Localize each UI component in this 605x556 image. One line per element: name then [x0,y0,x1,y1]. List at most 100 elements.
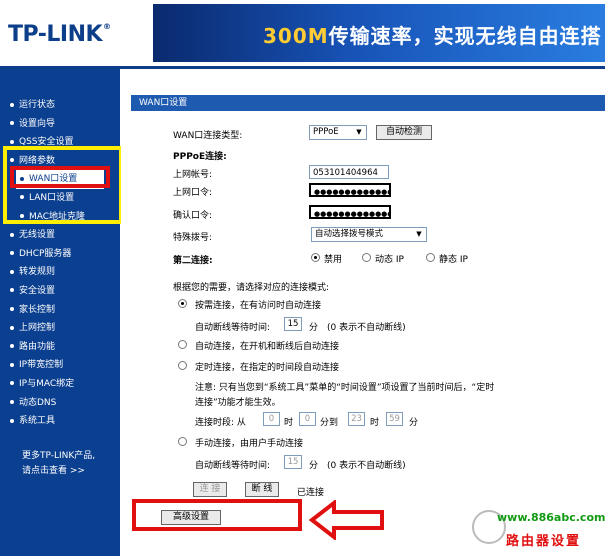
header-banner: 300M传输速率，实现无线自由连搭 [150,4,605,62]
second-conn-dynamic-radio[interactable] [362,253,371,262]
sidebar-item[interactable]: 动态DNS [10,394,104,413]
sidebar-item-label: 动态DNS [19,397,57,408]
bullet-icon [10,400,14,404]
panel-title: WAN口设置 [131,95,605,111]
time-period-label: 连接时段: 从 [195,418,246,428]
time-to-minute-input[interactable]: 59 [386,412,403,426]
manual-wait-label: 自动断线等待时间: [195,461,271,471]
chevron-down-icon: ▼ [416,230,422,238]
sidebar-item[interactable]: 系统工具 [10,412,104,431]
hour-unit-1: 时 [284,418,294,428]
bullet-icon [10,269,14,274]
sidebar-item[interactable]: 路由功能 [10,338,104,357]
demand-wait-input[interactable]: 15 [284,317,302,331]
connection-status: 已连接 [297,488,325,498]
sidebar-item[interactable]: 安全设置 [10,282,104,301]
special-dial-value: 自动选择拨号模式 [315,229,384,239]
second-conn-static-radio[interactable] [426,253,435,262]
banner-text: 传输速率，实现无线自由连搭 [328,24,602,48]
mode-auto-radio[interactable] [178,340,187,349]
sidebar-item[interactable]: 家长控制 [10,301,104,320]
time-from-hour-input[interactable]: 0 [263,412,280,426]
mode-auto-label: 自动连接，在开机和断线后自动连接 [195,342,340,352]
sidebar-item[interactable]: 转发规则 [10,263,104,282]
bullet-icon [10,251,14,256]
timed-note-line1: 注意: 只有当您到“系统工具”菜单的“时间设置”项设置了当前时间后，“定时 [195,383,495,393]
timed-note-line2: 连接”功能才能生效。 [195,398,281,408]
bullet-icon [10,325,14,330]
manual-wait-hint: (0 表示不自动断线) [327,461,406,471]
second-conn-dynamic-label: 动态 IP [375,255,404,265]
password-input[interactable]: ●●●●●●●●●●●●● [309,183,391,197]
mode-demand-radio[interactable] [178,299,187,308]
sidebar-item[interactable]: IP带宽控制 [10,356,104,375]
banner-speed: 300M [263,24,329,48]
sidebar-item-label: 运行状态 [19,100,56,110]
mode-intro-text: 根据您的需要，请选择对应的连接模式: [173,283,330,293]
pppoe-section-title: PPPoE连接: [173,152,227,162]
confirm-password-input[interactable]: ●●●●●●●●●●●●● [309,205,391,219]
bullet-icon [10,362,14,367]
account-label: 上网帐号: [173,170,213,180]
bullet-icon [10,418,14,423]
minute-to-label: 分到 [320,418,339,428]
second-conn-disable-label: 禁用 [324,255,343,265]
time-to-hour-input[interactable]: 23 [348,412,365,426]
sidebar-item-label: 路由功能 [19,341,56,352]
time-from-minute-input[interactable]: 0 [299,412,316,426]
hour-unit-2: 时 [370,418,380,428]
sidebar-item-label: IP带宽控制 [19,360,64,371]
sidebar-item[interactable]: 上网控制 [10,319,104,338]
bullet-icon [10,344,14,349]
wan-type-label: WAN口连接类型: [173,131,243,141]
red-arrow-left-icon [308,500,384,540]
sidebar-item[interactable]: 无线设置 [10,226,104,245]
wan-type-select[interactable]: PPPoE ▼ [309,125,367,140]
sidebar-item-label: 家长控制 [19,304,56,315]
sidebar-item-label: 设置向导 [19,118,56,129]
sidebar-item[interactable]: 设置向导 [10,115,104,134]
sidebar-item-label: 系统工具 [19,416,56,427]
sidebar: 运行状态 设置向导 QSS安全设置 网络参数 WAN口设置 LAN口设置 MAC地址克隆 无线… [0,69,120,556]
sidebar-item-label: 上网控制 [19,323,56,334]
mode-manual-radio[interactable] [178,437,187,446]
minute-unit-end: 分 [409,418,419,428]
tp-link-logo: TP-LINK® [8,22,111,47]
sidebar-footer[interactable]: 更多TP-LINK产品, 请点击查看 >> [22,449,95,479]
highlight-red-box-advanced [132,499,302,531]
logo-text: TP-LINK [8,22,103,47]
watermark-title: 路由器设置 [506,534,582,549]
password-label: 上网口令: [173,188,213,198]
highlight-red-box-wan [10,166,110,188]
chevron-down-icon: ▼ [356,128,362,136]
watermark-url: www.886abc.com [497,511,605,524]
manual-wait-unit: 分 [309,461,319,471]
sidebar-item[interactable]: 运行状态 [10,96,104,115]
sidebar-item[interactable]: DHCP服务器 [10,245,104,264]
account-input[interactable]: 053101404964 [309,165,389,179]
special-dial-select[interactable]: 自动选择拨号模式 ▼ [311,227,427,242]
bullet-icon [10,121,14,126]
demand-wait-hint: (0 表示不自动断线) [327,323,406,333]
bullet-icon [10,232,14,237]
mode-manual-label: 手动连接，由用户手动连接 [195,439,304,449]
connect-button[interactable]: 连 接 [193,482,227,497]
disconnect-button[interactable]: 断 线 [245,482,279,497]
manual-wait-input[interactable]: 15 [284,455,302,469]
demand-wait-unit: 分 [309,323,319,333]
sidebar-item-label: 无线设置 [19,230,56,241]
more-products-link[interactable]: 更多TP-LINK产品, [22,449,95,464]
confirm-password-label: 确认口令: [173,211,213,221]
bullet-icon [10,102,14,107]
mode-timed-radio[interactable] [178,361,187,370]
sidebar-item-label: IP与MAC绑定 [19,378,75,389]
wan-type-value: PPPoE [313,127,339,137]
sidebar-item-label: 转发规则 [19,267,56,278]
sidebar-item[interactable]: IP与MAC绑定 [10,375,104,394]
second-conn-disable-radio[interactable] [311,253,320,262]
sidebar-item-label: 安全设置 [19,285,56,296]
view-more-link[interactable]: 请点击查看 >> [22,464,95,479]
bullet-icon [10,139,14,144]
auto-detect-button[interactable]: 自动检测 [376,125,432,140]
mode-demand-label: 按需连接，在有访问时自动连接 [195,301,322,311]
